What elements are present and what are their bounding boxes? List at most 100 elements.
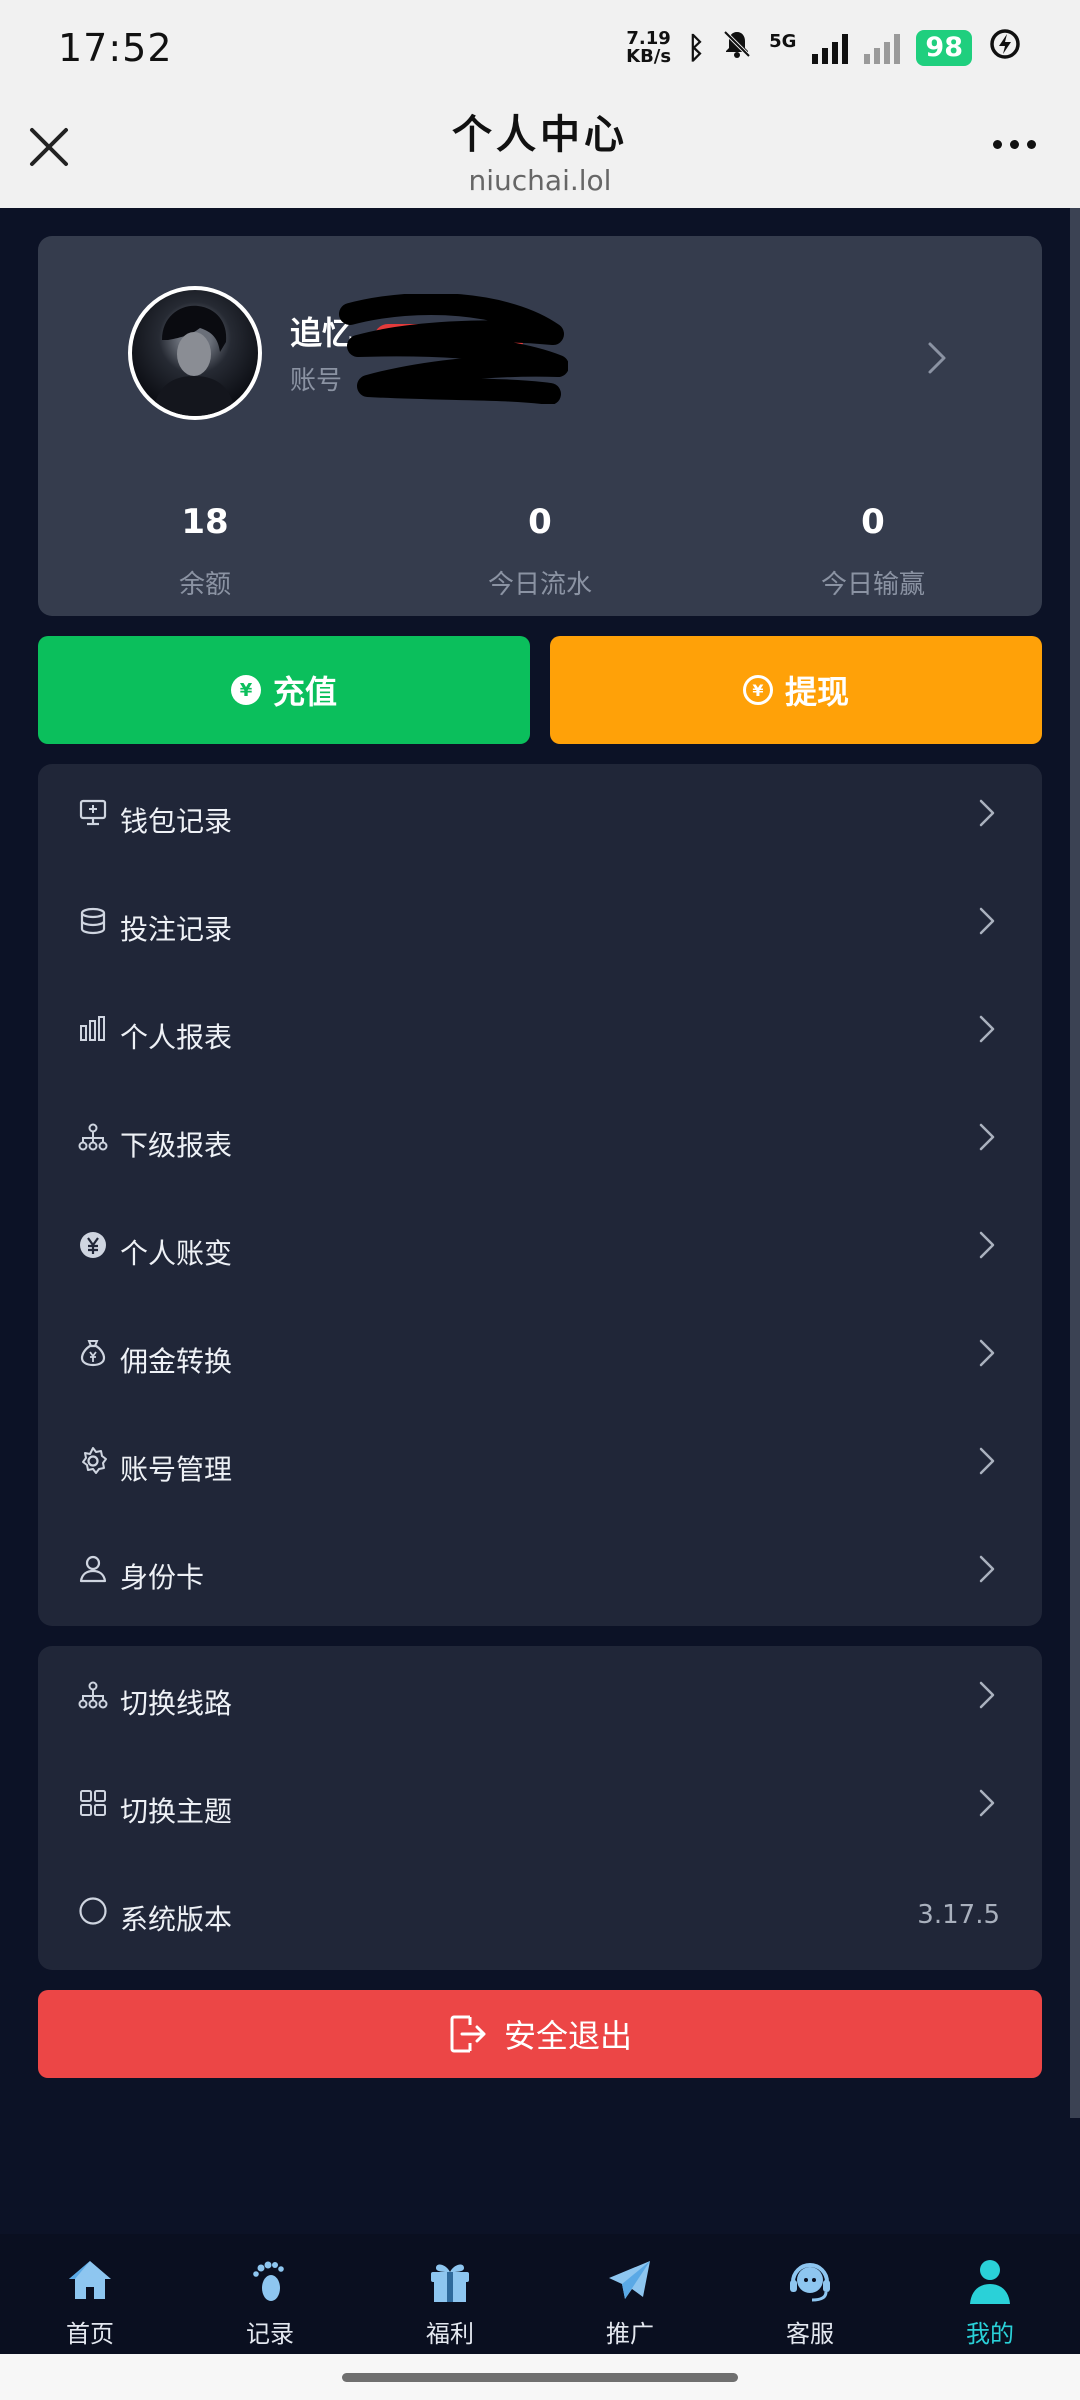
chevron-right-icon: [979, 1681, 995, 1709]
menu-item-bet-records[interactable]: 投注记录: [38, 872, 1042, 980]
chevron-right-icon: [979, 1789, 995, 1817]
battery-indicator: 98: [916, 30, 972, 66]
status-icons: 7.19 KB/s ᛒ 5G 98: [626, 27, 1022, 69]
circle-icon: [79, 1897, 107, 1925]
withdraw-button[interactable]: ¥ 提现: [550, 636, 1042, 744]
title-block: 个人中心 niuchai.lol: [0, 102, 1080, 197]
stat-daily-turnover[interactable]: 0 今日流水: [375, 502, 705, 601]
headset-icon: [790, 2263, 830, 2302]
menu-label: 投注记录: [120, 913, 233, 946]
yen-coin-icon: [80, 1232, 106, 1258]
gift-icon: [431, 2264, 469, 2302]
avatar[interactable]: [128, 286, 262, 420]
stat-label: 余额: [178, 570, 231, 600]
stat-value: 0: [528, 502, 552, 542]
menu-label: 切换线路: [120, 1687, 233, 1720]
tab-label: 推广: [606, 2320, 654, 2348]
tab-welfare[interactable]: 福利: [360, 2234, 540, 2354]
home-gesture-bar[interactable]: [342, 2373, 738, 2382]
account-id: 账号: [290, 366, 343, 396]
title-bar: 个人中心 niuchai.lol: [0, 96, 1080, 208]
status-bar: 17:52 7.19 KB/s ᛒ 5G 98: [0, 0, 1080, 96]
menu-item-wallet-records[interactable]: 钱包记录: [38, 764, 1042, 872]
more-options-button[interactable]: [993, 140, 1036, 149]
signal-icon-secondary: [864, 32, 901, 64]
bottom-tab-bar: 首页 记录 福利 推广 客服 我的: [0, 2234, 1080, 2354]
tab-promote[interactable]: 推广: [540, 2234, 720, 2354]
scrollbar[interactable]: [1070, 208, 1080, 2118]
page-title: 个人中心: [452, 112, 628, 158]
footprint-icon: [253, 2261, 284, 2301]
yen-coin-icon: ¥: [230, 675, 261, 705]
menu-label: 账号管理: [120, 1453, 233, 1486]
mute-icon: [721, 28, 753, 68]
tab-label: 客服: [786, 2320, 834, 2348]
hierarchy-icon: [78, 1681, 108, 1709]
tab-home[interactable]: 首页: [0, 2234, 180, 2354]
tab-label: 记录: [246, 2320, 294, 2348]
database-icon: [80, 907, 106, 935]
yen-coin-icon: ¥: [742, 675, 773, 705]
chevron-right-icon: [979, 799, 995, 827]
stat-value: 18: [181, 502, 229, 542]
tab-support[interactable]: 客服: [720, 2234, 900, 2354]
menu-item-switch-route[interactable]: 切换线路: [38, 1646, 1042, 1754]
redaction-scribble: [339, 294, 568, 404]
stat-label: 今日流水: [487, 570, 592, 600]
menu-label: 身份卡: [120, 1561, 205, 1594]
network-type: 5G: [769, 31, 797, 52]
more-dots-icon: [993, 140, 1002, 149]
tab-label: 首页: [66, 2320, 114, 2348]
menu-item-subordinate-report[interactable]: 下级报表: [38, 1088, 1042, 1196]
logout-label: 安全退出: [503, 2017, 632, 2055]
avatar-image: [152, 305, 236, 416]
menu-label: 个人账变: [120, 1237, 233, 1270]
menu-label: 个人报表: [120, 1021, 233, 1054]
person-icon: [970, 2260, 1010, 2304]
tab-label: 福利: [426, 2320, 474, 2348]
chevron-right-icon: [979, 1339, 995, 1367]
signal-icon: [812, 32, 849, 64]
menu-label: 下级报表: [120, 1129, 233, 1162]
monitor-icon: [79, 799, 107, 826]
chevron-right-icon: [979, 1555, 995, 1583]
menu-label: 切换主题: [120, 1795, 233, 1828]
stat-value: 0: [861, 502, 885, 542]
bluetooth-icon: ᛒ: [687, 30, 706, 66]
chevron-right-icon: [979, 1231, 995, 1259]
menu-item-switch-theme[interactable]: 切换主题: [38, 1754, 1042, 1862]
menu-label: 系统版本: [120, 1903, 233, 1936]
menu-item-account-changes[interactable]: 个人账变: [38, 1196, 1042, 1304]
menu-card-primary: 钱包记录 投注记录 个人报表 下级报表 个人账变 佣金转换 账号管理 身份卡: [38, 764, 1042, 1626]
stat-balance[interactable]: 18 余额: [40, 502, 370, 601]
tab-records[interactable]: 记录: [180, 2234, 360, 2354]
stat-daily-profit[interactable]: 0 今日输赢: [708, 502, 1038, 601]
menu-label: 钱包记录: [120, 805, 233, 838]
recharge-button[interactable]: ¥ 充值: [38, 636, 530, 744]
gear-icon: [82, 1447, 107, 1474]
menu-card-secondary: 切换线路 切换主题 系统版本 3.17.5: [38, 1646, 1042, 1970]
logout-button[interactable]: 安全退出: [38, 1990, 1042, 2078]
version-value: 3.17.5: [917, 1900, 1000, 1930]
tab-mine[interactable]: 我的: [900, 2234, 1080, 2354]
recharge-label: 充值: [272, 673, 337, 711]
chevron-right-icon: [979, 1447, 995, 1475]
menu-label: 佣金转换: [120, 1345, 233, 1378]
money-bag-icon: [80, 1340, 106, 1367]
network-speed: 7.19 KB/s: [626, 30, 671, 66]
menu-item-system-version[interactable]: 系统版本 3.17.5: [38, 1862, 1042, 1970]
menu-item-account-management[interactable]: 账号管理: [38, 1412, 1042, 1520]
menu-item-personal-report[interactable]: 个人报表: [38, 980, 1042, 1088]
menu-item-id-card[interactable]: 身份卡: [38, 1520, 1042, 1628]
profile-card[interactable]: 追忆 账号 18 余额 0 今日流水 0 今日输赢: [38, 236, 1042, 616]
tab-label: 我的: [966, 2320, 1014, 2348]
chevron-right-icon: [979, 1123, 995, 1151]
logout-icon: [450, 2015, 486, 2053]
status-time: 17:52: [58, 26, 173, 70]
bar-chart-icon: [80, 1016, 105, 1041]
menu-item-commission-convert[interactable]: 佣金转换: [38, 1304, 1042, 1412]
grid-icon: [80, 1790, 106, 1816]
stat-label: 今日输赢: [820, 570, 925, 600]
home-indicator: [0, 2354, 1080, 2400]
withdraw-label: 提现: [784, 673, 849, 711]
